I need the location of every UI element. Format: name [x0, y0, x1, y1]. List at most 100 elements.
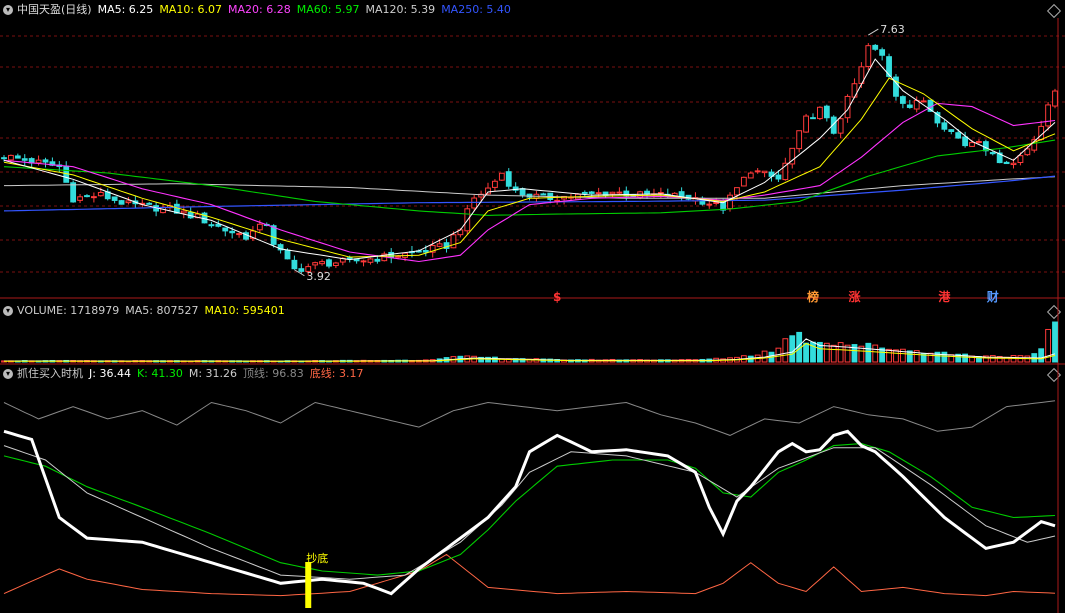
- candle-body: [948, 129, 955, 133]
- candle-body: [367, 258, 374, 263]
- candle-body: [326, 259, 332, 267]
- candle-body: [803, 115, 809, 133]
- candle-body: [540, 193, 547, 196]
- candle-body: [450, 234, 457, 249]
- volume-bar: [941, 351, 948, 363]
- candle-body: [823, 105, 830, 119]
- candle-body: [360, 260, 367, 263]
- volume-bar: [872, 344, 879, 363]
- candle-body: [90, 196, 97, 199]
- ma20-line: [3, 102, 1056, 263]
- volume-bar: [989, 355, 996, 363]
- candle-body: [1052, 90, 1058, 107]
- candle-body: [706, 203, 713, 206]
- volume-bar: [803, 342, 809, 363]
- candle-body: [941, 122, 948, 130]
- candle-body: [810, 117, 816, 120]
- candle-body: [616, 191, 623, 194]
- candle-body: [906, 104, 913, 108]
- candle-body: [817, 106, 823, 120]
- volume-bar: [886, 348, 892, 363]
- candle-body: [42, 159, 49, 163]
- candle-body: [505, 171, 512, 187]
- candle-body: [208, 224, 215, 227]
- candle-body: [284, 249, 291, 260]
- candle-body: [97, 191, 104, 197]
- price-extreme-label: 3.92: [306, 270, 331, 283]
- candle-body: [588, 191, 595, 194]
- candle-body: [955, 132, 962, 139]
- candle-body: [35, 159, 42, 164]
- buy-signal-label: 抄底: [306, 551, 328, 565]
- candle-body: [740, 176, 747, 187]
- event-tag: $: [553, 290, 561, 304]
- candle-body: [312, 262, 319, 266]
- candle-body: [222, 227, 229, 232]
- candle-body: [298, 268, 305, 272]
- candle-body: [236, 233, 242, 236]
- candle-body: [492, 180, 498, 188]
- candle-body: [879, 49, 886, 56]
- volume-bar: [789, 335, 796, 363]
- event-tag: 港: [938, 289, 951, 304]
- candle-body: [291, 259, 298, 270]
- candle-body: [747, 172, 754, 179]
- candle-body: [976, 140, 982, 143]
- stock-chart-canvas[interactable]: 7.63 3.92 $ 榜 涨 港 财抄底: [0, 0, 1065, 613]
- candle-body: [395, 255, 402, 258]
- candle-body: [180, 210, 187, 214]
- volume-bar: [830, 344, 837, 363]
- candle-body: [595, 192, 602, 195]
- price-extreme-label: 7.63: [880, 23, 905, 36]
- bottom-line: [3, 553, 1056, 597]
- candle-body: [77, 196, 83, 201]
- candle-body: [471, 197, 478, 209]
- candle-body: [713, 202, 720, 205]
- candle-body: [519, 188, 526, 196]
- candle-body: [111, 196, 118, 201]
- volume-bar: [1038, 348, 1045, 363]
- volume-bar: [865, 342, 872, 363]
- volume-bar: [893, 349, 899, 363]
- candle-body: [1017, 155, 1024, 163]
- candle-body: [319, 261, 325, 265]
- m-line: [3, 445, 1056, 580]
- candle-body: [865, 45, 872, 67]
- candle-body: [388, 251, 395, 259]
- volume-bar: [782, 338, 789, 363]
- candle-body: [775, 174, 782, 180]
- candle-body: [14, 155, 21, 159]
- event-tag: 涨: [848, 289, 860, 304]
- candle-body: [215, 223, 222, 227]
- candle-body: [1003, 161, 1010, 165]
- candle-body: [118, 200, 125, 205]
- candle-body: [21, 158, 28, 161]
- candle-body: [1, 157, 7, 160]
- top-line: [3, 400, 1056, 436]
- candle-body: [727, 194, 733, 210]
- candle-body: [989, 152, 996, 155]
- price-pointer: [868, 28, 879, 36]
- candle-body: [734, 187, 740, 196]
- candle-body: [609, 191, 616, 195]
- candle-body: [332, 262, 339, 267]
- candle-body: [422, 249, 429, 253]
- candle-body: [657, 192, 664, 195]
- candle-body: [84, 195, 90, 198]
- event-tag: 财: [986, 289, 999, 304]
- candle-body: [851, 83, 858, 98]
- candle-body: [754, 170, 761, 173]
- volume-bar: [927, 352, 934, 363]
- candle-body: [899, 96, 906, 104]
- candle-body: [761, 170, 768, 174]
- candle-body: [920, 100, 927, 103]
- candle-body: [837, 118, 844, 134]
- candle-body: [229, 230, 236, 234]
- candle-body: [485, 187, 491, 195]
- candle-body: [125, 200, 132, 204]
- candle-body: [796, 130, 803, 150]
- candle-body: [581, 191, 588, 194]
- candle-body: [498, 172, 505, 181]
- candle-body: [1045, 104, 1051, 127]
- candle-body: [70, 182, 77, 203]
